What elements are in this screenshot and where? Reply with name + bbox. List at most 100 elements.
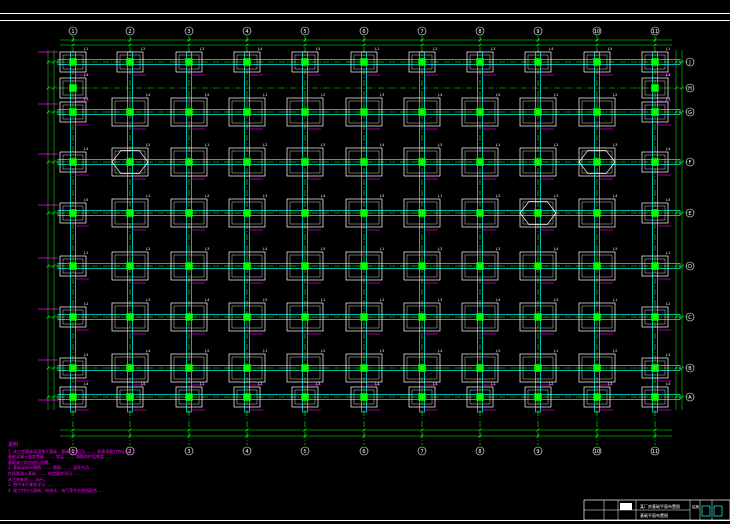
footing-label: J-4 [612,194,618,198]
title-block-drawing-title: 基础平面布置图 [640,512,668,518]
footing-label: J-3 [379,93,384,97]
grid-label: A [688,395,692,401]
footing-label: J-5 [665,198,670,202]
grid-label: 3 [187,29,190,35]
footing-label: J-2 [83,302,88,306]
footing-label: J-5 [437,143,442,147]
footing-label: J-1 [379,247,384,251]
footing-label: J-3 [315,382,320,386]
footing-label: J-4 [665,382,671,386]
footing-label: J-5 [145,143,150,147]
footing-label: J-4 [495,298,501,302]
footing-label: J-2 [612,349,617,353]
footing-label: J-1 [374,47,379,51]
footing-label: J-3 [665,353,670,357]
footing-label: J-2 [437,247,442,251]
footing-label: J-2 [553,143,558,147]
footing-label: J-2 [665,73,670,77]
grid-label: D [688,264,692,270]
footing-label: J-4 [204,298,210,302]
footing-label: J-2 [612,93,617,97]
footing-label: J-1 [204,143,209,147]
grid-label: 10 [594,449,600,455]
footing-label: J-1 [553,349,558,353]
footing-label: J-4 [665,147,671,151]
grid-label: 8 [478,449,481,455]
grid-label: 7 [420,29,423,35]
footing-label: J-2 [432,47,437,51]
footing-label: J-3 [83,97,88,101]
footing-label: J-3 [665,97,670,101]
grid-label: 9 [536,449,539,455]
footing-label: J-1 [199,382,204,386]
footing-label: J-1 [262,93,267,97]
footing-label: J-4 [553,247,559,251]
footing-label: J-1 [665,251,670,255]
foundation-beams [57,51,681,413]
footing-label: J-5 [262,298,267,302]
grid-label: 5 [303,29,306,35]
grid-label: F [689,160,692,166]
footing-label: J-5 [204,349,209,353]
footing-label: J-3 [320,143,325,147]
footing-label: J-3 [490,47,495,51]
footing-label: J-1 [612,298,617,302]
footing-label: J-3 [204,247,209,251]
footing-label: J-1 [553,93,558,97]
grid-label: G [688,110,692,116]
grid-label: 10 [594,29,600,35]
sheet-number-box [701,505,711,517]
footing-label: J-5 [495,93,500,97]
design-notes: 说明： 1. 本工程基础采用独立基础，基础持力层为……，地基承载力特征值…… 基… [8,442,308,493]
grid-label: 11 [652,449,658,455]
grid-label: 1 [71,29,74,35]
footing-label: J-4 [257,47,263,51]
grid-label: 11 [652,29,658,35]
footing-label: J-4 [379,143,385,147]
footing-label: J-4 [320,194,326,198]
footing-label: J-2 [145,247,150,251]
footing-label: J-3 [612,143,617,147]
footing-label: J-4 [548,47,554,51]
grid-label: H [688,86,692,92]
footing-label: J-4 [83,382,89,386]
footing-label: J-2 [665,302,670,306]
footing-label: J-1 [320,298,325,302]
footing-label: J-5 [315,47,320,51]
footing-label: J-3 [83,353,88,357]
grid-label: 6 [362,449,365,455]
footing-label: J-1 [437,194,442,198]
footing-label: J-1 [490,382,495,386]
footing-label: J-5 [432,382,437,386]
footing-label: J-1 [665,47,670,51]
footing-label: J-5 [612,247,617,251]
footing-label: J-5 [140,382,145,386]
grid-label: C [688,315,692,321]
footing-label: J-1 [83,47,88,51]
footing-label: J-2 [320,349,325,353]
footing-label: J-4 [262,247,268,251]
grid-label: B [688,366,692,372]
footing-label: J-2 [379,298,384,302]
footing-label: J-4 [437,93,443,97]
footing-label: J-5 [553,298,558,302]
footing-label: J-5 [320,247,325,251]
footing-label: J-1 [262,349,267,353]
footing-label: J-2 [204,194,209,198]
footing-label: J-3 [379,349,384,353]
footing-label: J-5 [83,198,88,202]
grid-label: 4 [245,29,248,35]
footing-label: J-2 [548,382,553,386]
title-block-sheet: 结施 [692,504,700,509]
footing-label: J-3 [553,194,558,198]
footing-label: J-4 [437,349,443,353]
footing-label: J-5 [495,349,500,353]
grid-label: 7 [420,449,423,455]
axis-grid: 11223344556677889910101111JHGFEDCBA [48,26,695,456]
footing-label: J-5 [607,47,612,51]
title-block: 某厂房基础平面布置图基础平面布置图 结施 [583,499,730,521]
grid-label: J [688,60,690,66]
footing-label: J-3 [199,47,204,51]
footing-label: J-3 [607,382,612,386]
grid-label: E [688,211,691,217]
